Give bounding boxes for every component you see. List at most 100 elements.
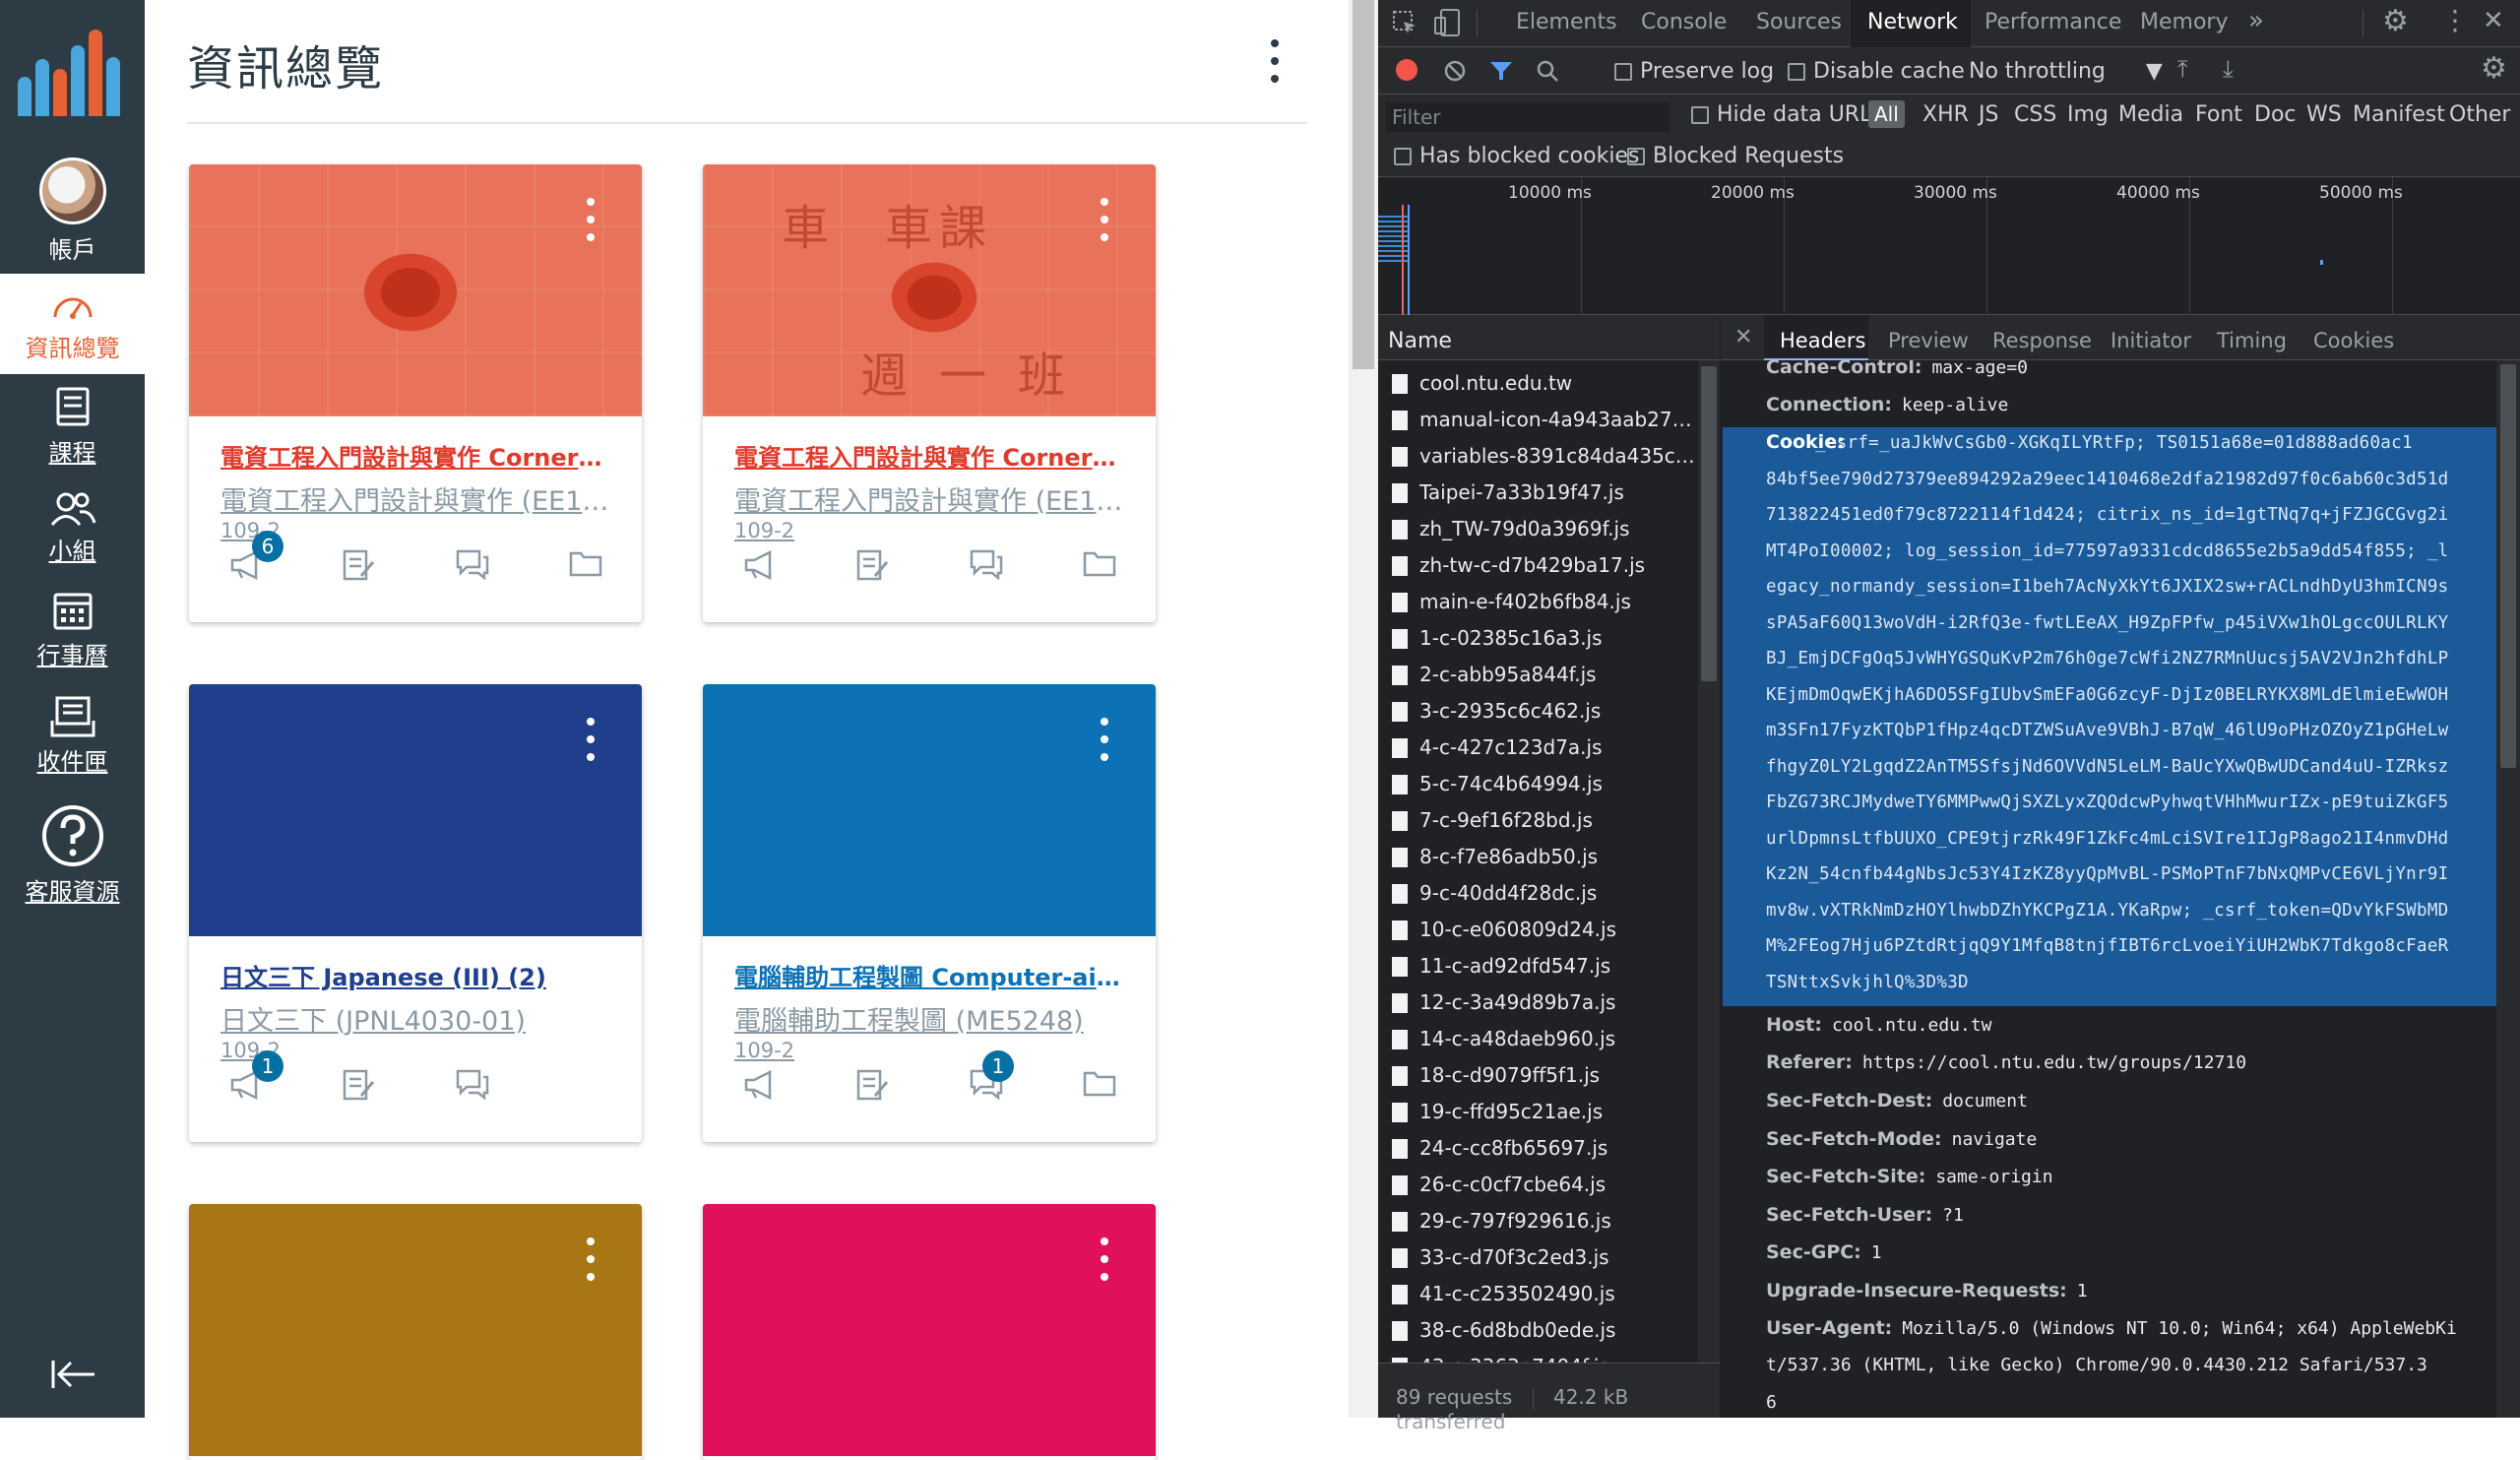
request-row[interactable]: 1-c-02385c16a3.js — [1378, 620, 1720, 657]
more-tabs-icon[interactable]: » — [2248, 6, 2264, 35]
card-options-button[interactable] — [1095, 718, 1114, 765]
course-title[interactable]: 日文三下 Japanese (III) (2) — [220, 958, 614, 992]
tab-performance[interactable]: Performance — [1984, 10, 2121, 34]
request-row[interactable]: 19-c-ffd95c21ae.js — [1378, 1094, 1720, 1130]
course-card-hero[interactable]: 車 車 課 週 一 班 — [703, 164, 1156, 416]
course-card-hero[interactable] — [189, 164, 642, 416]
course-card[interactable]: 日文三下 Japanese (III) (2) 日文三下 (JPNL4030-0… — [189, 684, 642, 1142]
record-icon[interactable] — [1396, 59, 1418, 81]
request-row[interactable]: 10-c-e060809d24.js — [1378, 912, 1720, 948]
filter-type-font[interactable]: Font — [2195, 102, 2242, 127]
nav-help[interactable]: 客服資源 — [0, 803, 145, 907]
request-row[interactable]: manual-icon-4a943aab27d5fb.png — [1378, 402, 1720, 438]
filter-type-media[interactable]: Media — [2118, 102, 2183, 127]
network-overview-timeline[interactable]: 10000 ms 20000 ms 30000 ms 40000 ms 5000… — [1378, 177, 2520, 315]
course-card[interactable]: 電腦輔助工程製圖 Computer-aided Engineering Draw… — [703, 684, 1156, 1142]
collapse-nav-icon[interactable] — [49, 1357, 96, 1392]
card-options-button[interactable] — [1095, 1238, 1114, 1285]
throttling-select[interactable]: No throttling ▼ — [1969, 59, 2163, 84]
request-row[interactable]: 24-c-cc8fb65697.js — [1378, 1130, 1720, 1167]
nav-groups[interactable]: 小組 — [0, 490, 145, 566]
canvas-logo[interactable] — [14, 26, 130, 116]
filter-type-doc[interactable]: Doc — [2254, 102, 2297, 127]
hide-data-urls-checkbox[interactable]: Hide data URLs — [1691, 102, 1883, 127]
filter-type-img[interactable]: Img — [2067, 102, 2109, 127]
request-row[interactable]: 18-c-d9079ff5f1.js — [1378, 1057, 1720, 1094]
nav-courses[interactable]: 課程 — [0, 386, 145, 468]
tab-preview[interactable]: Preview — [1888, 329, 1969, 352]
detail-scrollbar-thumb[interactable] — [2500, 364, 2516, 768]
request-row[interactable]: 8-c-f7e86adb50.js — [1378, 839, 1720, 875]
nav-dashboard[interactable]: 資訊總覽 — [0, 274, 145, 374]
blocked-requests-checkbox[interactable]: Blocked Requests — [1627, 144, 1844, 168]
inspect-element-icon[interactable] — [1392, 10, 1418, 35]
request-row[interactable]: 29-c-797f929616.js — [1378, 1203, 1720, 1239]
tab-cookies[interactable]: Cookies — [2313, 329, 2394, 352]
filter-input[interactable]: Filter — [1386, 102, 1670, 132]
tab-elements[interactable]: Elements — [1516, 10, 1617, 34]
course-card-hero[interactable] — [189, 684, 642, 936]
assignments-button[interactable] — [342, 1068, 385, 1111]
tab-console[interactable]: Console — [1641, 10, 1727, 34]
tab-headers[interactable]: Headers — [1780, 329, 1865, 352]
files-button[interactable] — [1082, 1068, 1125, 1111]
request-row[interactable]: 9-c-40dd4f28dc.js — [1378, 875, 1720, 912]
files-button[interactable] — [1082, 548, 1125, 592]
announcements-button[interactable]: 1 — [228, 1050, 284, 1111]
filter-type-manifest[interactable]: Manifest — [2353, 102, 2445, 127]
announcements-button[interactable] — [742, 548, 786, 592]
course-title[interactable]: 電資工程入門設計與實作 Cornerstone EECS Design and … — [220, 438, 614, 473]
filter-type-other[interactable]: Other — [2449, 102, 2510, 127]
request-row[interactable]: zh-tw-c-d7b429ba17.js — [1378, 547, 1720, 584]
request-row[interactable]: main-e-f402b6fb84.js — [1378, 584, 1720, 620]
announcements-button[interactable] — [742, 1068, 786, 1111]
request-row[interactable]: 11-c-ad92dfd547.js — [1378, 948, 1720, 984]
close-detail-icon[interactable]: ✕ — [1734, 325, 1752, 349]
card-options-button[interactable] — [581, 198, 600, 245]
preserve-log-checkbox[interactable]: Preserve log — [1614, 59, 1774, 84]
course-card[interactable]: 電資工程入門設計與實作 Cornerstone EECS Design and … — [189, 164, 642, 622]
request-row[interactable]: 4-c-427c123d7a.js — [1378, 730, 1720, 766]
course-title[interactable]: 電資工程入門設計與實作 Cornerstone EECS Design and … — [734, 438, 1128, 473]
assignments-button[interactable] — [855, 1068, 899, 1111]
filter-type-all[interactable]: All — [1868, 100, 1905, 128]
request-row[interactable]: 3-c-2935c6c462.js — [1378, 693, 1720, 730]
tab-response[interactable]: Response — [1992, 329, 2092, 352]
assignments-button[interactable] — [855, 548, 899, 592]
nav-account[interactable]: 帳戶 — [0, 158, 145, 265]
request-row[interactable]: 5-c-74c4b64994.js — [1378, 766, 1720, 802]
course-code[interactable]: 電資工程入門設計與實作 (EE1008-02) — [734, 479, 1128, 518]
request-row[interactable]: 38-c-6d8bdb0ede.js — [1378, 1312, 1720, 1349]
tab-timing[interactable]: Timing — [2217, 329, 2287, 352]
devtools-menu-icon[interactable]: ⋮ — [2441, 4, 2469, 36]
request-row[interactable]: 26-c-c0cf7cbe64.js — [1378, 1167, 1720, 1203]
discussions-button[interactable] — [455, 548, 498, 592]
announcements-button[interactable]: 6 — [228, 531, 284, 592]
filter-type-ws[interactable]: WS — [2306, 102, 2342, 127]
card-options-button[interactable] — [581, 718, 600, 765]
settings-gear-icon[interactable]: ⚙ — [2382, 4, 2409, 38]
tab-network[interactable]: Network — [1867, 10, 1958, 34]
filter-type-css[interactable]: CSS — [2014, 102, 2056, 127]
discussions-button[interactable] — [969, 548, 1012, 592]
search-icon[interactable] — [1536, 59, 1559, 83]
request-row[interactable]: 2-c-abb95a844f.js — [1378, 657, 1720, 693]
course-title[interactable]: 電腦輔助工程製圖 Computer-aided Engineering Draw… — [734, 958, 1128, 992]
request-row[interactable]: 14-c-a48daeb960.js — [1378, 1021, 1720, 1057]
card-options-button[interactable] — [1095, 198, 1114, 245]
tab-memory[interactable]: Memory — [2140, 10, 2228, 34]
filter-type-xhr[interactable]: XHR — [1922, 102, 1969, 127]
request-row[interactable]: 7-c-9ef16f28bd.js — [1378, 802, 1720, 839]
upload-har-icon[interactable]: ⤒ — [2177, 55, 2188, 83]
request-row[interactable]: variables-8391c84da435c9cfc.css — [1378, 438, 1720, 475]
filter-icon[interactable] — [1488, 59, 1514, 83]
filter-type-js[interactable]: JS — [1979, 102, 1998, 127]
network-settings-icon[interactable]: ⚙ — [2481, 51, 2507, 86]
clear-icon[interactable] — [1443, 59, 1467, 83]
page-scrollbar-thumb[interactable] — [1353, 0, 1374, 369]
disable-cache-checkbox[interactable]: Disable cache — [1788, 59, 1965, 84]
request-row[interactable]: 33-c-d70f3c2ed3.js — [1378, 1239, 1720, 1276]
course-code[interactable]: 日文三下 (JPNL4030-01) — [220, 999, 614, 1038]
course-card-hero[interactable] — [703, 684, 1156, 936]
course-card[interactable] — [189, 1204, 642, 1460]
